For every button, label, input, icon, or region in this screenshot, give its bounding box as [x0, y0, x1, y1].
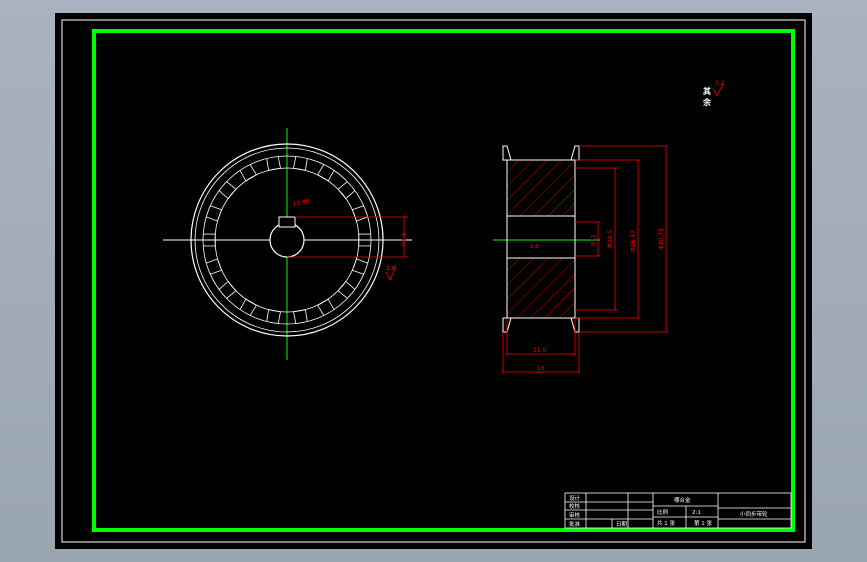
tb-sheet-total: 共 1 张	[657, 519, 675, 527]
tb-scale-label: 比例	[657, 508, 669, 516]
tb-approve: 批准	[569, 520, 581, 528]
drawing-area	[55, 13, 812, 549]
tb-sheet-index: 第 1 张	[694, 519, 712, 527]
dim-total-width-label: 16	[537, 365, 545, 372]
tb-review: 审核	[569, 511, 581, 519]
roughness-other: 其	[703, 86, 711, 96]
keyway	[278, 216, 296, 228]
tb-scale-value: 2:1	[692, 510, 701, 516]
tb-part-name: 小同步带轮	[740, 510, 768, 518]
cad-drawing-canvas: 11.80 R1.5 2.6 Φ30.75 Φ26.47 Φ24.5 Φ12 1…	[55, 13, 812, 549]
tb-design: 设计	[569, 494, 581, 502]
dim-hub-small-label: 1.6	[530, 244, 539, 250]
bore-circle	[269, 222, 305, 258]
tb-company: 哪合金	[674, 496, 691, 504]
dim-root-label: Φ26.47	[630, 230, 637, 252]
tb-check: 校核	[569, 502, 581, 510]
roughness-rest: 余	[702, 97, 712, 107]
dim-outer-label: Φ30.75	[658, 228, 665, 250]
dim-hub-label: Φ24.5	[607, 230, 614, 248]
dim-bore-diameter-label: Φ12	[591, 235, 597, 246]
section-lower	[506, 257, 576, 319]
dim-hub-width-label: 11.0	[533, 347, 547, 354]
tb-date: 日期	[616, 521, 628, 528]
roughness-value: 3.2	[715, 80, 725, 87]
dim-key-height-label: R1.5	[401, 232, 408, 246]
section-upper	[506, 159, 576, 217]
